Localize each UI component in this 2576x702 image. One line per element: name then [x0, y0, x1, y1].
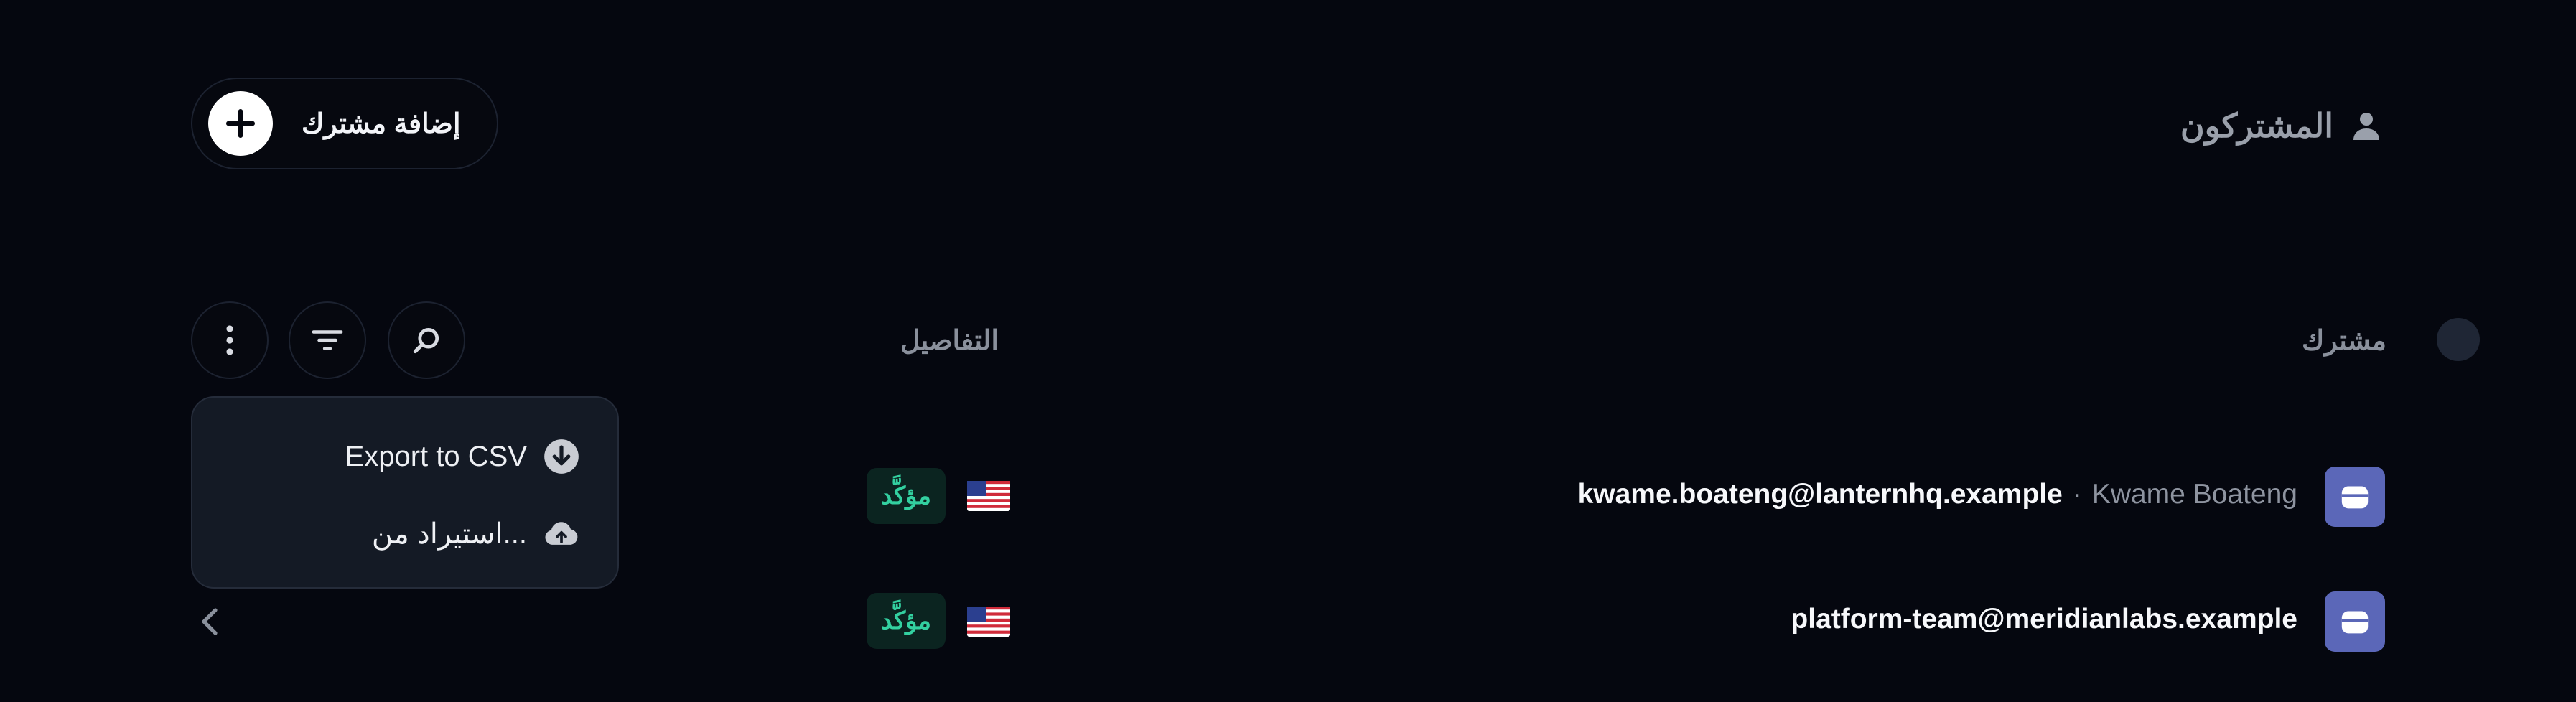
avatar: [2325, 467, 2385, 527]
filter-button[interactable]: [289, 301, 366, 379]
column-header-subscriber[interactable]: مشترك: [2302, 324, 2386, 357]
user-icon: [2353, 113, 2379, 140]
add-subscriber-button[interactable]: إضافة مشترك: [191, 78, 498, 169]
us-flag-icon: [967, 607, 1010, 637]
select-all-radio[interactable]: [2437, 318, 2480, 361]
search-button[interactable]: [388, 301, 465, 379]
add-subscriber-label: إضافة مشترك: [302, 108, 461, 139]
subscriber-email: kwame.boateng@lanternhq.example: [1577, 479, 2063, 510]
us-flag-icon: [967, 481, 1010, 511]
chevron-left-icon[interactable]: [195, 604, 224, 639]
menu-item-export-csv[interactable]: Export to CSV: [345, 438, 580, 475]
download-circle-icon: [543, 438, 580, 475]
inbox-icon: [2341, 486, 2369, 509]
menu-item-import-from[interactable]: استيراد من...: [372, 515, 580, 553]
search-icon: [413, 327, 439, 354]
more-options-button[interactable]: [191, 301, 269, 379]
plus-icon: [208, 91, 273, 156]
table-row[interactable]: platform-team@meridianlabs.example: [1791, 604, 2297, 635]
avatar: [2325, 591, 2385, 652]
page-title: المشتركون: [2180, 107, 2333, 144]
subscriber-email: platform-team@meridianlabs.example: [1791, 604, 2297, 635]
subscriber-name: Kwame Boateng: [2091, 479, 2297, 510]
menu-item-label: استيراد من...: [371, 518, 527, 550]
options-menu: Export to CSV استيراد من...: [191, 396, 619, 589]
inbox-icon: [2341, 611, 2369, 634]
column-header-details[interactable]: التفاصيل: [900, 324, 999, 357]
status-badge: مؤكَّد: [867, 593, 946, 649]
status-badge: مؤكَّد: [867, 468, 946, 524]
more-vertical-icon: [226, 325, 233, 355]
cloud-upload-icon: [543, 515, 580, 553]
row-separator: ·: [2072, 479, 2082, 510]
table-row[interactable]: kwame.boateng@lanternhq.example · Kwame …: [1578, 479, 2297, 510]
page-header: المشتركون: [2180, 107, 2384, 144]
menu-item-label: Export to CSV: [345, 440, 527, 472]
filter-icon: [312, 330, 343, 350]
